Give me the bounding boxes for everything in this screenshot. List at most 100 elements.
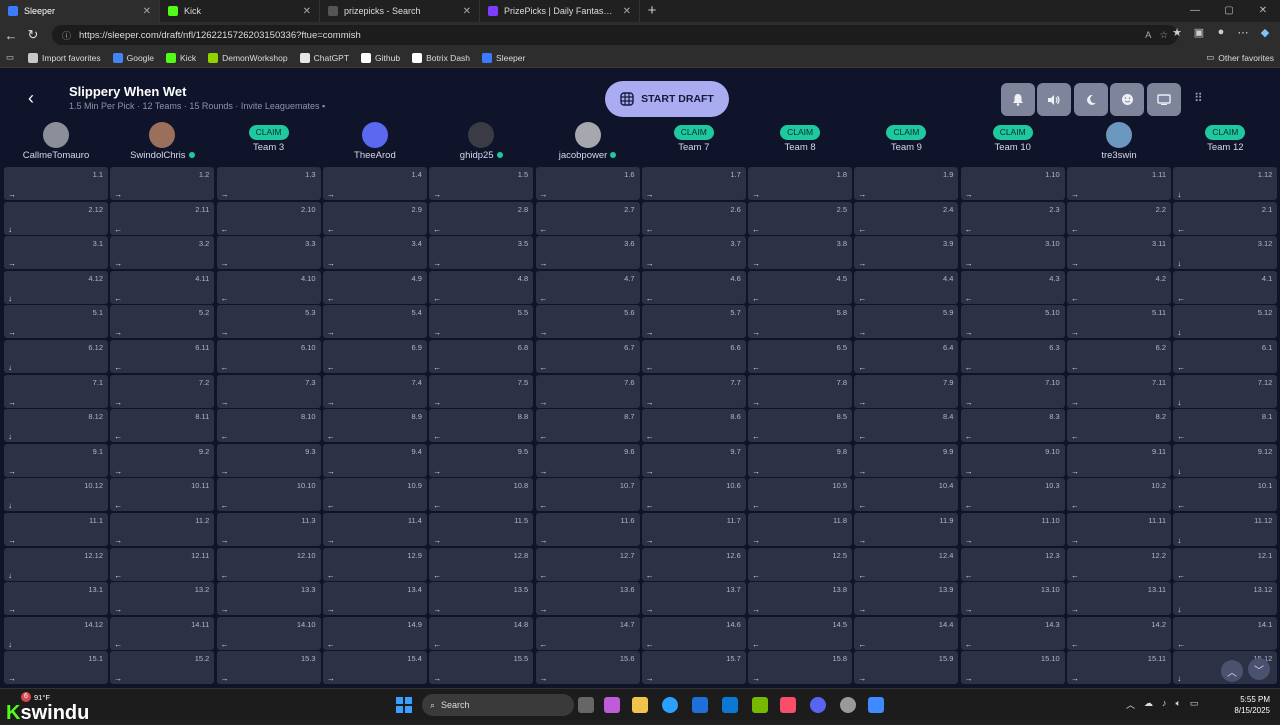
copilot-icon[interactable]: ◆ <box>1254 26 1276 39</box>
draft-pick-cell[interactable]: 4.8 ← <box>429 270 534 304</box>
bookmark-toggle-icon[interactable]: ▭ <box>6 52 14 63</box>
draft-pick-cell[interactable]: 9.2 → <box>110 443 215 477</box>
draft-pick-cell[interactable]: 1.8 → <box>748 167 853 200</box>
music-icon[interactable] <box>780 697 796 713</box>
draft-pick-cell[interactable]: 6.7 ← <box>535 340 640 373</box>
favorites-icon[interactable]: ★ <box>1166 26 1188 39</box>
team-header[interactable]: SwindolChris <box>109 122 215 164</box>
draft-pick-cell[interactable]: 9.8 → <box>748 443 853 477</box>
network-icon[interactable]: ▭ <box>1190 698 1199 711</box>
draft-pick-cell[interactable]: 6.1 ← <box>1173 340 1278 373</box>
claim-button[interactable]: CLAIM <box>992 125 1033 140</box>
draft-pick-cell[interactable]: 4.2 ← <box>1067 270 1171 304</box>
claim-button[interactable]: CLAIM <box>248 125 289 140</box>
draft-pick-cell[interactable]: 9.10 → <box>960 443 1065 477</box>
draft-pick-cell[interactable]: 4.5 ← <box>748 270 853 304</box>
draft-pick-cell[interactable]: 8.10 ← <box>216 409 321 443</box>
draft-pick-cell[interactable]: 10.1 ← <box>1173 478 1278 512</box>
draft-pick-cell[interactable]: 8.6 ← <box>641 409 746 443</box>
claim-button[interactable]: CLAIM <box>673 125 714 140</box>
url-text[interactable]: https://sleeper.com/draft/nfl/1262215726… <box>79 30 1137 41</box>
draft-pick-cell[interactable]: 8.4 ← <box>854 409 959 443</box>
draft-pick-cell[interactable]: 6.9 ← <box>322 340 427 373</box>
draft-pick-cell[interactable]: 3.8 → <box>748 236 853 270</box>
draft-pick-cell[interactable]: 14.9 ← <box>322 616 427 650</box>
read-aloud-icon[interactable]: A <box>1145 30 1151 41</box>
draft-pick-cell[interactable]: 15.2 → <box>110 651 215 685</box>
draft-pick-cell[interactable]: 10.11 ← <box>110 478 215 512</box>
draft-pick-cell[interactable]: 8.12 ↓ <box>4 409 108 443</box>
clock[interactable]: 5:55 PM 8/15/2025 <box>1222 694 1270 716</box>
draft-pick-cell[interactable]: 4.6 ← <box>641 270 746 304</box>
draft-pick-cell[interactable]: 8.8 ← <box>429 409 534 443</box>
draft-pick-cell[interactable]: 4.11 ← <box>110 270 215 304</box>
sound-button[interactable] <box>1037 83 1071 116</box>
draft-pick-cell[interactable]: 2.8 ← <box>429 201 534 235</box>
cloud-icon[interactable]: ☁ <box>1144 698 1153 711</box>
steam-icon[interactable] <box>840 697 856 713</box>
close-tab-icon[interactable]: ✕ <box>623 6 631 17</box>
copilot-app-icon[interactable] <box>604 697 620 713</box>
draft-pick-cell[interactable]: 5.7 → <box>641 305 746 339</box>
claim-button[interactable]: CLAIM <box>886 125 927 140</box>
draft-pick-cell[interactable]: 13.4 → <box>322 582 427 616</box>
draft-pick-cell[interactable]: 14.5 ← <box>748 616 853 650</box>
refresh-icon[interactable]: ↻ <box>22 27 44 43</box>
team-header[interactable]: ghidp25 <box>428 122 534 164</box>
draft-pick-cell[interactable]: 13.9 → <box>854 582 959 616</box>
draft-pick-cell[interactable]: 6.8 ← <box>429 340 534 373</box>
back-arrow-icon[interactable]: ‹ <box>28 88 34 109</box>
draft-pick-cell[interactable]: 9.5 → <box>429 443 534 477</box>
draft-pick-cell[interactable]: 14.4 ← <box>854 616 959 650</box>
draft-pick-cell[interactable]: 6.3 ← <box>960 340 1065 373</box>
draft-pick-cell[interactable]: 14.7 ← <box>535 616 640 650</box>
draft-pick-cell[interactable]: 3.4 → <box>322 236 427 270</box>
taskbar-search[interactable]: ⌕ Search <box>422 694 574 716</box>
url-bar[interactable]: ⓘ https://sleeper.com/draft/nfl/12622157… <box>52 25 1178 45</box>
draft-pick-cell[interactable]: 8.11 ← <box>110 409 215 443</box>
draft-pick-cell[interactable]: 4.10 ← <box>216 270 321 304</box>
close-tab-icon[interactable]: ✕ <box>143 6 151 17</box>
outlook-icon[interactable] <box>722 697 738 713</box>
draft-pick-cell[interactable]: 4.3 ← <box>960 270 1065 304</box>
draft-pick-cell[interactable]: 5.5 → <box>429 305 534 339</box>
draft-pick-cell[interactable]: 13.8 → <box>748 582 853 616</box>
draft-pick-cell[interactable]: 12.7 ← <box>535 547 640 581</box>
team-header[interactable]: CLAIM Team 8 <box>747 122 853 164</box>
nvidia-icon[interactable] <box>752 697 768 713</box>
draft-pick-cell[interactable]: 6.12 ↓ <box>4 340 108 373</box>
draft-pick-cell[interactable]: 2.1 ← <box>1173 201 1278 235</box>
draft-pick-cell[interactable]: 3.3 → <box>216 236 321 270</box>
close-window-icon[interactable]: ✕ <box>1246 0 1280 22</box>
draft-pick-cell[interactable]: 3.1 → <box>4 236 108 270</box>
draft-pick-cell[interactable]: 14.11 ← <box>110 616 215 650</box>
draft-pick-cell[interactable]: 12.2 ← <box>1067 547 1171 581</box>
team-header[interactable]: CallmeTomauro <box>3 122 109 164</box>
draft-pick-cell[interactable]: 10.10 ← <box>216 478 321 512</box>
bookmark-item[interactable]: Botrix Dash <box>406 52 476 63</box>
draft-pick-cell[interactable]: 13.2 → <box>110 582 215 616</box>
draft-pick-cell[interactable]: 11.3 → <box>216 513 321 546</box>
draft-pick-cell[interactable]: 10.3 ← <box>960 478 1065 512</box>
draft-pick-cell[interactable]: 7.6 → <box>535 374 640 408</box>
draft-pick-cell[interactable]: 12.10 ← <box>216 547 321 581</box>
draft-pick-cell[interactable]: 10.7 ← <box>535 478 640 512</box>
draft-pick-cell[interactable]: 12.4 ← <box>854 547 959 581</box>
bookmark-item[interactable]: Google <box>107 52 160 63</box>
app-icon[interactable] <box>868 697 884 713</box>
scroll-up-button[interactable]: ︿ <box>1221 660 1243 682</box>
draft-pick-cell[interactable]: 1.11 → <box>1067 167 1171 200</box>
draft-pick-cell[interactable]: 9.6 → <box>535 443 640 477</box>
draft-pick-cell[interactable]: 15.9 → <box>854 651 959 685</box>
copy-icon[interactable]: ▪ <box>322 101 325 111</box>
draft-pick-cell[interactable]: 9.12 ↓ <box>1173 443 1278 477</box>
draft-pick-cell[interactable]: 7.7 → <box>641 374 746 408</box>
draft-pick-cell[interactable]: 15.11 → <box>1067 651 1171 685</box>
draft-pick-cell[interactable]: 12.3 ← <box>960 547 1065 581</box>
browser-tab[interactable]: prizepicks - Search ✕ <box>320 0 480 22</box>
discord-icon[interactable] <box>810 697 826 713</box>
more-icon[interactable]: ⋯ <box>1232 26 1254 39</box>
draft-pick-cell[interactable]: 8.2 ← <box>1067 409 1171 443</box>
tray-chevron-icon[interactable]: ︿ <box>1126 698 1135 711</box>
draft-pick-cell[interactable]: 13.10 → <box>960 582 1065 616</box>
